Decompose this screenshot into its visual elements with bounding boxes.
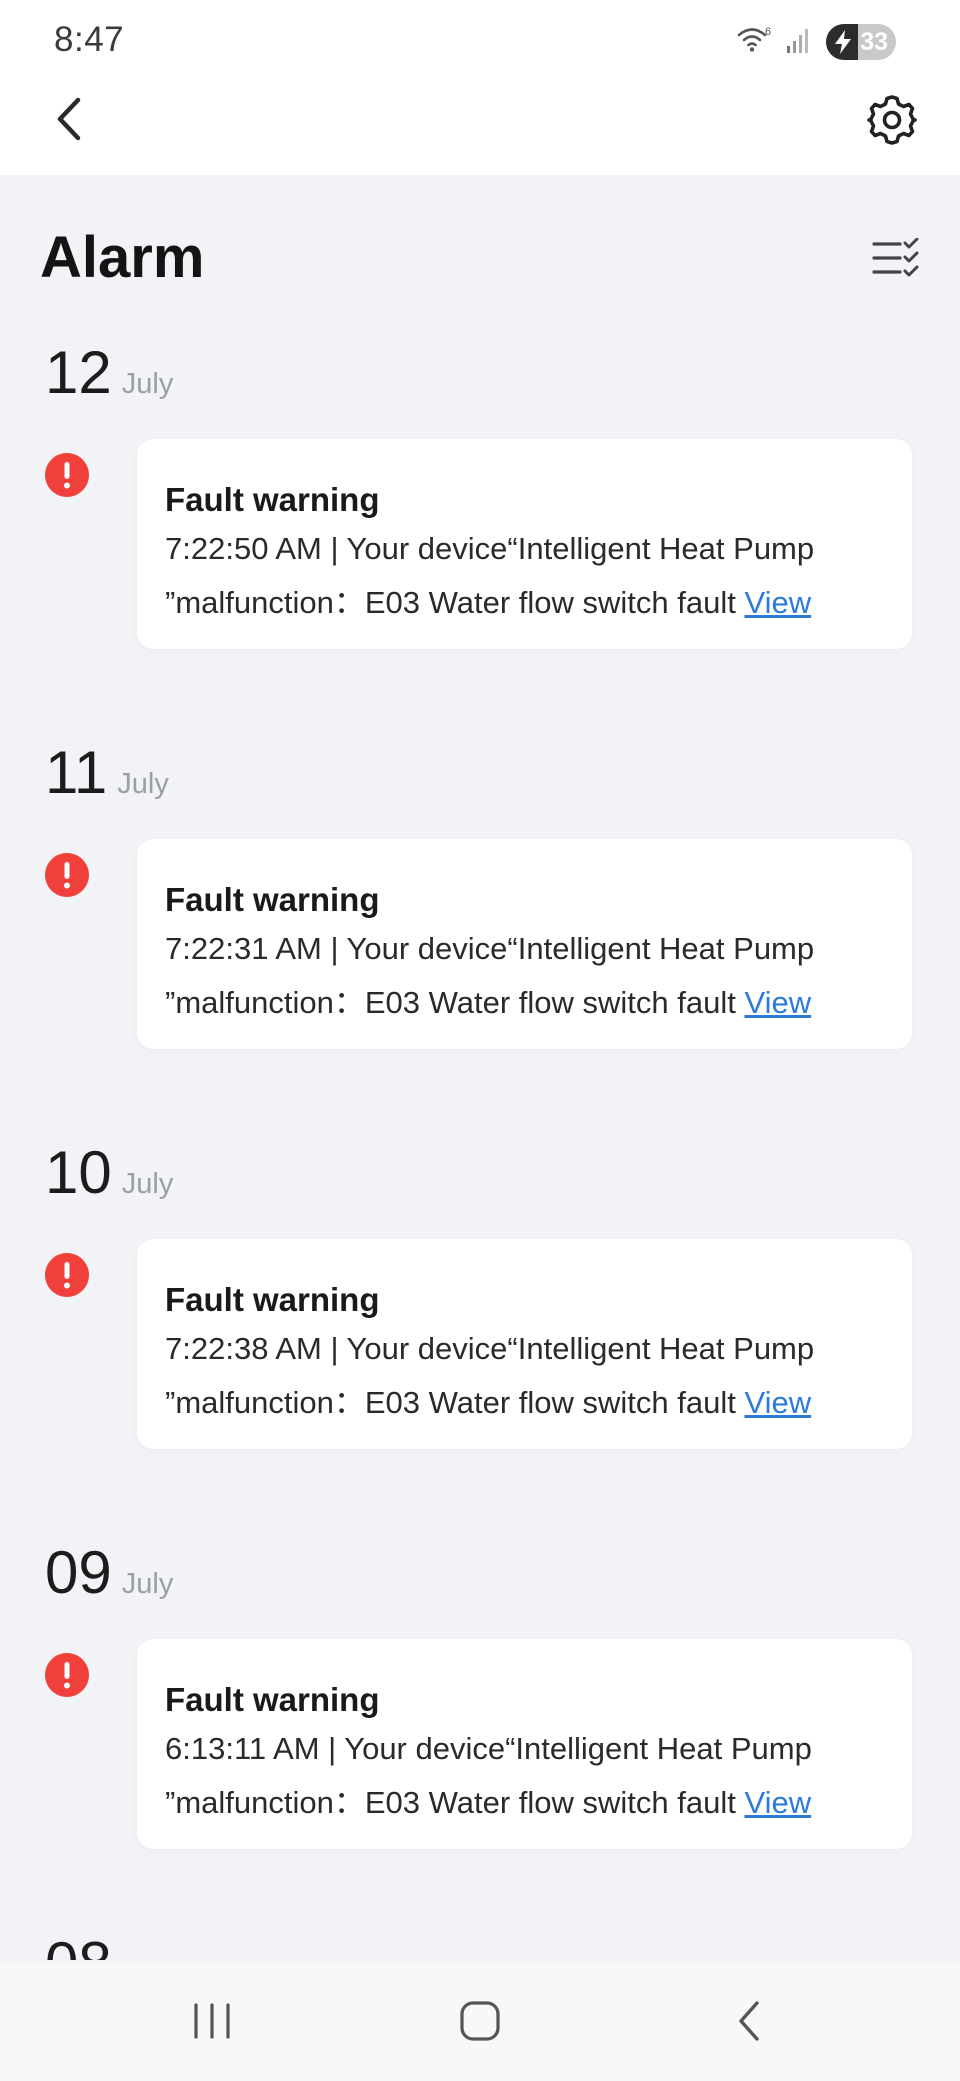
alarm-message-text: ”malfunction：E03 Water flow switch fault (165, 585, 736, 620)
cellular-signal-icon (786, 26, 812, 59)
battery-indicator: 33 (826, 24, 896, 60)
gear-icon (867, 95, 917, 145)
recents-icon (194, 2003, 230, 2039)
alarm-title: Fault warning (165, 1281, 380, 1318)
date-day: 09 (45, 1539, 112, 1606)
top-bar: 8:47 6 33 (0, 0, 960, 175)
view-link[interactable]: View (744, 585, 811, 620)
alarm-card[interactable]: Fault warning 7:22:50 AM | Your device“I… (137, 439, 912, 649)
date-day: 12 (45, 339, 112, 406)
alert-icon (45, 1253, 89, 1297)
page-title: Alarm (40, 225, 205, 290)
back-button[interactable] (44, 92, 94, 146)
date-day: 08 (45, 1929, 112, 1960)
alarm-card[interactable]: Fault warning 6:13:11 AM | Your device“I… (137, 1639, 912, 1849)
date-month: July (117, 768, 169, 800)
alarm-message-line1: 7:22:31 AM | Your device“Intelligent Hea… (165, 931, 815, 966)
view-link[interactable]: View (744, 1385, 811, 1420)
charging-bolt-icon (835, 30, 851, 54)
wifi-6-icon: 6 (736, 24, 772, 61)
date-month: July (121, 1168, 174, 1200)
alarm-message-text: ”malfunction：E03 Water flow switch fault (165, 985, 736, 1020)
recents-button[interactable] (172, 1981, 252, 2061)
alarm-message-line1: 7:22:50 AM | Your device“Intelligent Hea… (165, 531, 815, 566)
back-icon (739, 2001, 759, 2041)
date-month: July (121, 368, 174, 400)
date-header: 12 July (45, 338, 173, 408)
alarm-title: Fault warning (165, 881, 380, 918)
alarm-title: Fault warning (165, 1681, 380, 1718)
date-header: 09 July (45, 1538, 173, 1608)
alert-icon (45, 853, 89, 897)
system-nav-bar (0, 1961, 960, 2081)
chevron-left-icon (57, 97, 81, 141)
alarm-message-line2: ”malfunction：E03 Water flow switch fault… (165, 577, 811, 622)
date-month: July (121, 1568, 174, 1600)
alarm-message-line1: 6:13:11 AM | Your device“Intelligent Hea… (165, 1731, 812, 1766)
status-icons: 6 33 (736, 22, 896, 62)
alert-icon (45, 453, 89, 497)
alarm-message-line2: ”malfunction：E03 Water flow switch fault… (165, 1777, 811, 1822)
view-link[interactable]: View (744, 985, 811, 1020)
alarm-card[interactable]: Fault warning 7:22:31 AM | Your device“I… (137, 839, 912, 1049)
list-check-icon (872, 238, 919, 277)
alarm-card[interactable]: Fault warning 7:22:38 AM | Your device“I… (137, 1239, 912, 1449)
home-button[interactable] (440, 1981, 520, 2061)
alarm-message-text: ”malfunction：E03 Water flow switch fault (165, 1785, 736, 1820)
settings-button[interactable] (864, 92, 920, 148)
alert-icon (45, 1653, 89, 1697)
mark-all-read-button[interactable] (870, 233, 922, 283)
alarm-title: Fault warning (165, 481, 380, 518)
status-time: 8:47 (54, 20, 125, 59)
alarm-message-text: ”malfunction：E03 Water flow switch fault (165, 1385, 736, 1420)
date-day: 11 (45, 739, 108, 806)
date-day: 10 (45, 1139, 112, 1206)
alarm-message-line2: ”malfunction：E03 Water flow switch fault… (165, 977, 811, 1022)
date-header: 11 July (45, 738, 169, 808)
view-link[interactable]: View (744, 1785, 811, 1820)
home-icon (460, 2001, 500, 2041)
date-day-partial: 08 (45, 1924, 112, 1960)
date-header: 10 July (45, 1138, 173, 1208)
system-back-button[interactable] (710, 1981, 790, 2061)
alarm-message-line2: ”malfunction：E03 Water flow switch fault… (165, 1377, 811, 1422)
alarm-message-line1: 7:22:38 AM | Your device“Intelligent Hea… (165, 1331, 815, 1366)
svg-text:6: 6 (765, 26, 771, 38)
battery-percentage: 33 (860, 27, 888, 56)
